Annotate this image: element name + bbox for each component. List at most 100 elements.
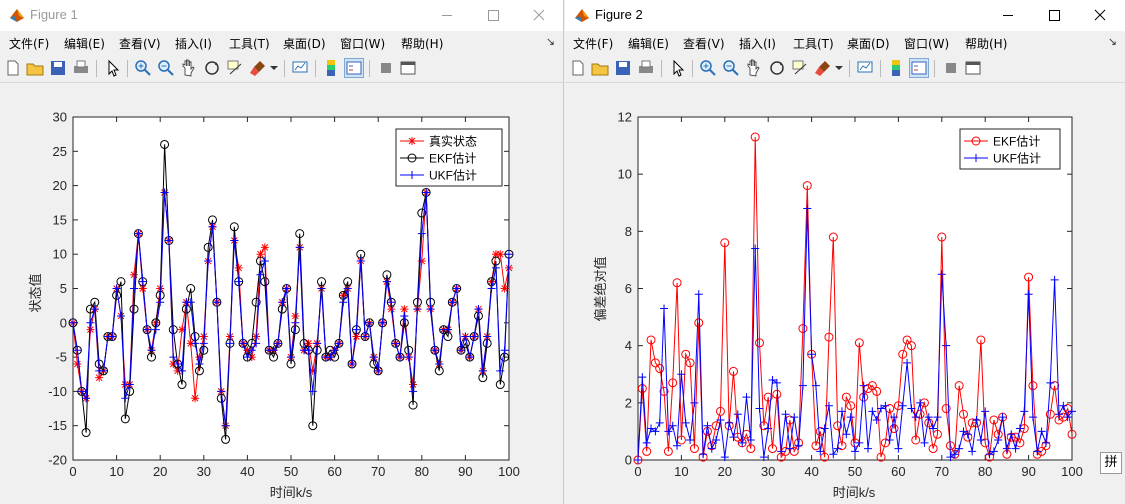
x-tick-label: 10 (674, 464, 688, 479)
legend: EKF估计 UKF估计 (959, 128, 1061, 170)
print-icon[interactable] (71, 58, 91, 78)
hide-plot-tools-icon[interactable] (376, 58, 396, 78)
menu-tools[interactable]: 工具(T) (793, 35, 834, 52)
title-bar[interactable]: Figure 2 (565, 0, 1125, 31)
data-cursor-icon[interactable] (225, 58, 245, 78)
x-tick-label: 50 (848, 464, 862, 479)
y-tick-label: 6 (625, 281, 632, 296)
legend-toggle-button[interactable] (344, 58, 364, 78)
menu-desktop[interactable]: 桌面(D) (283, 35, 326, 52)
toolbar-separator (934, 60, 935, 77)
legend-label: UKF估计 (993, 152, 1041, 166)
menu-file[interactable]: 文件(F) (9, 35, 49, 52)
maximize-button[interactable] (1031, 0, 1077, 31)
toolbar-separator (315, 60, 316, 77)
link-plot-icon[interactable] (855, 58, 875, 78)
chevron-down-icon[interactable] (833, 58, 845, 78)
data-point (260, 243, 269, 252)
window-title: Figure 2 (595, 7, 643, 22)
dock-icon[interactable]: ↘ (1108, 35, 1117, 48)
x-tick-label: 60 (891, 464, 905, 479)
legend-label: EKF估计 (993, 135, 1040, 149)
close-icon (1094, 9, 1106, 21)
close-button[interactable] (516, 0, 562, 31)
print-icon[interactable] (636, 58, 656, 78)
minimize-button[interactable] (985, 0, 1031, 31)
x-tick-label: 80 (415, 464, 429, 479)
toolbar-separator (692, 60, 693, 77)
figure-window-2: Figure 2 文件(F) 编辑(E) 查看(V) 插入(I) 工具(T) 桌… (565, 0, 1125, 504)
menu-window[interactable]: 窗口(W) (904, 35, 949, 52)
save-icon[interactable] (613, 58, 633, 78)
y-tick-label: 10 (53, 247, 67, 262)
toolbar-separator (127, 60, 128, 77)
zoom-out-icon[interactable] (721, 58, 741, 78)
hide-plot-tools-icon[interactable] (941, 58, 961, 78)
brush-icon[interactable] (813, 58, 833, 78)
title-bar[interactable]: Figure 1 (0, 0, 563, 31)
colorbar-icon[interactable] (886, 58, 906, 78)
menu-view[interactable]: 查看(V) (683, 35, 725, 52)
rotate-3d-icon[interactable] (767, 58, 787, 78)
minimize-button[interactable] (424, 0, 470, 31)
edit-pointer-icon[interactable] (103, 58, 123, 78)
show-plot-tools-icon[interactable] (963, 58, 983, 78)
chevron-down-icon[interactable] (268, 58, 280, 78)
x-tick-label: 30 (761, 464, 775, 479)
menu-edit[interactable]: 编辑(E) (628, 35, 669, 52)
zoom-in-icon[interactable] (133, 58, 153, 78)
menu-edit[interactable]: 编辑(E) (64, 35, 105, 52)
zoom-out-icon[interactable] (156, 58, 176, 78)
rotate-3d-icon[interactable] (202, 58, 222, 78)
menu-tools[interactable]: 工具(T) (229, 35, 270, 52)
y-tick-label: 4 (625, 338, 632, 353)
data-point (73, 359, 82, 368)
y-tick-label: 2 (625, 395, 632, 410)
close-button[interactable] (1077, 0, 1123, 31)
x-tick-label: 40 (240, 464, 254, 479)
maximize-button[interactable] (470, 0, 516, 31)
menu-help[interactable]: 帮助(H) (965, 35, 1007, 52)
colorbar-icon[interactable] (321, 58, 341, 78)
x-axis-label: 时间k/s (833, 485, 876, 500)
window-title: Figure 1 (30, 7, 78, 22)
y-tick-label: 12 (618, 110, 632, 125)
y-tick-label: 0 (60, 315, 67, 330)
minimize-icon (1003, 15, 1013, 16)
menu-window[interactable]: 窗口(W) (340, 35, 385, 52)
dock-icon[interactable]: ↘ (546, 35, 555, 48)
matlab-icon (575, 9, 589, 22)
new-figure-icon[interactable] (3, 58, 23, 78)
legend-icon (346, 61, 362, 75)
menu-help[interactable]: 帮助(H) (401, 35, 443, 52)
pan-hand-icon[interactable] (179, 58, 199, 78)
data-cursor-icon[interactable] (790, 58, 810, 78)
matlab-icon (10, 9, 24, 22)
open-file-icon[interactable] (25, 58, 45, 78)
y-tick-label: -20 (48, 453, 67, 468)
show-plot-tools-icon[interactable] (398, 58, 418, 78)
pan-hand-icon[interactable] (744, 58, 764, 78)
zoom-in-icon[interactable] (698, 58, 718, 78)
y-tick-label: 25 (53, 144, 67, 159)
menu-insert[interactable]: 插入(I) (739, 35, 776, 52)
edit-pointer-icon[interactable] (668, 58, 688, 78)
data-point (130, 270, 139, 279)
brush-icon[interactable] (248, 58, 268, 78)
deviation-chart: 偏差绝对值 时间k/s 0 10 20 30 40 50 60 70 80 90 100 0 2 4 6 8 1… (593, 110, 1083, 501)
new-figure-icon[interactable] (568, 58, 588, 78)
link-plot-icon[interactable] (290, 58, 310, 78)
menu-file[interactable]: 文件(F) (573, 35, 613, 52)
legend-toggle-button[interactable] (909, 58, 929, 78)
menu-insert[interactable]: 插入(I) (175, 35, 212, 52)
x-tick-label: 10 (109, 464, 123, 479)
x-tick-label: 0 (634, 464, 641, 479)
menu-desktop[interactable]: 桌面(D) (847, 35, 890, 52)
open-file-icon[interactable] (590, 58, 610, 78)
figure-canvas: 偏差绝对值 时间k/s 0 10 20 30 40 50 60 70 80 90 100 0 2 4 6 8 1… (565, 84, 1125, 504)
save-icon[interactable] (48, 58, 68, 78)
menu-view[interactable]: 查看(V) (119, 35, 161, 52)
legend-label: 真实状态 (429, 134, 477, 149)
ime-indicator[interactable]: 拼 (1100, 452, 1122, 474)
toolbar-separator (849, 60, 850, 77)
